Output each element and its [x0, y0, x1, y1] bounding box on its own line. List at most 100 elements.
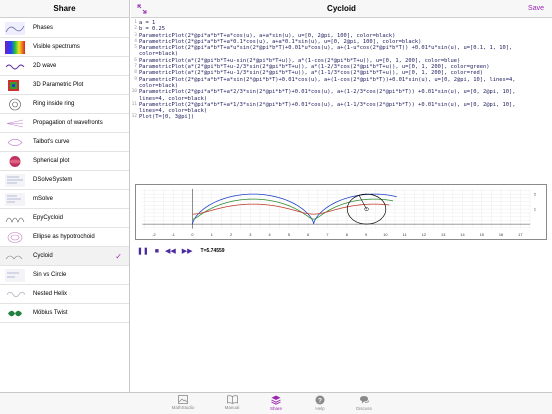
cycloid-plot[interactable]: -2 -1 0 1 2 3 4 5 6 7 8 9 10 11 12 13 14 15 16 1721	[135, 184, 547, 240]
code-text[interactable]: Plot(T=[0, 3@pi])	[139, 114, 544, 120]
tab-help[interactable]: ? Help	[300, 395, 340, 411]
x-tick-label: 1	[211, 233, 213, 237]
x-tick-label: 3	[249, 233, 251, 237]
sphere-thumbnail-icon	[9, 155, 21, 167]
discuss-icon	[359, 396, 369, 404]
code-text[interactable]: ParametricPlot(2*@pi*a*b*T+a*sin(2*@pi*b…	[139, 77, 544, 90]
sidebar-title: Share	[0, 0, 129, 18]
stop-button[interactable]: ■	[155, 248, 159, 255]
sidebar-item-label: 3D Parametric Plot	[33, 82, 84, 88]
code-line: 9 ParametricPlot(2*@pi*a*b*T+a*sin(2*@pi*…	[131, 77, 552, 90]
tab-label: Discuss	[356, 406, 372, 411]
svg-text:?: ?	[318, 397, 322, 404]
sidebar-item-2d-wave[interactable]: 2D wave	[0, 57, 129, 76]
pause-button[interactable]: ❚❚	[137, 247, 149, 255]
x-tick-label: 11	[403, 233, 407, 237]
fast-forward-button[interactable]: ▶▶	[182, 247, 193, 255]
sidebar-item-phases[interactable]: Phases	[0, 19, 129, 38]
tab-bar: MathStudio Manual Share ? Help Discuss	[0, 392, 552, 414]
sidebar-item-visible-spectrums[interactable]: Visible spectrums	[0, 38, 129, 57]
save-button[interactable]: Save	[528, 0, 544, 18]
x-tick-label: 12	[422, 233, 426, 237]
sidebar-item-3d-parametric-plot[interactable]: 3D Parametric Plot	[0, 76, 129, 95]
code-text[interactable]: ParametricPlot(2*@pi*a*b*T+a*u*sin(2*@pi…	[139, 45, 544, 58]
editor-panel: Cycloid Save 1a = 1 2b = 0.25 3 Parametri…	[131, 0, 552, 392]
y-tick-label: 2	[534, 193, 536, 197]
tab-mathstudio[interactable]: MathStudio	[163, 395, 203, 410]
sidebar-item-label: Ellipse as hypotrochoid	[33, 234, 95, 240]
sidebar-item-mobius-twist[interactable]: Möbius Twist	[0, 304, 129, 323]
tab-manual[interactable]: Manual	[212, 395, 252, 410]
rewind-button[interactable]: ◀◀	[165, 247, 176, 255]
wavefront-thumbnail-icon	[6, 119, 24, 127]
x-tick-label: 8	[346, 233, 348, 237]
cycloid-thumbnail-icon	[5, 255, 23, 260]
sidebar-item-ring-inside-ring[interactable]: Ring inside ring	[0, 95, 129, 114]
sidebar-item-ellipse-as-hypotrochoid[interactable]: Ellipse as hypotrochoid	[0, 228, 129, 247]
sidebar-item-spherical-plot[interactable]: Spherical plot	[0, 152, 129, 171]
sidebar-item-propagation-of-wavefronts[interactable]: Propagation of wavefronts	[0, 114, 129, 133]
x-tick-label: 14	[460, 233, 465, 237]
tab-label: MathStudio	[171, 405, 195, 410]
sidebar-item-label: mSolve	[33, 196, 54, 202]
tab-share[interactable]: Share	[256, 395, 296, 411]
sidebar-item-dsolvesystem[interactable]: DSolveSystem	[0, 171, 129, 190]
x-tick-label: -1	[172, 233, 175, 237]
sidebar-item-nested-helix[interactable]: Nested Helix	[0, 285, 129, 304]
tab-discuss[interactable]: Discuss	[344, 395, 384, 411]
sidebar: Share Phases Visible spectrums 2D wave 3…	[0, 0, 130, 392]
sidebar-item-label: Propagation of wavefronts	[33, 120, 103, 126]
talbot-thumbnail-icon	[7, 138, 23, 146]
sidebar-item-sin-vs-circle[interactable]: Sin vs Circle	[0, 266, 129, 285]
x-tick-label: 4	[269, 233, 272, 237]
t-value-readout: T=5.74559	[200, 248, 225, 254]
sin-circle-thumbnail-icon	[5, 268, 25, 282]
code-text[interactable]: ParametricPlot(2*@pi*a*b*T+a*2/3*sin(2*@…	[139, 89, 544, 102]
y-tick-label: 1	[534, 208, 536, 212]
share-icon	[271, 395, 281, 405]
wave-thumbnail-icon	[5, 64, 25, 69]
x-tick-label: 0	[191, 233, 193, 237]
code-line: 10 ParametricPlot(2*@pi*a*b*T+a*2/3*sin(2…	[131, 89, 552, 102]
sidebar-item-label: DSolveSystem	[33, 177, 73, 183]
x-tick-label: 10	[383, 233, 387, 237]
sidebar-item-label: Phases	[33, 25, 54, 31]
help-icon: ?	[315, 395, 325, 405]
line-number: 9	[134, 76, 137, 82]
book-icon	[226, 395, 238, 404]
line-number: 10	[131, 89, 137, 95]
line-number: 5	[134, 45, 137, 51]
x-tick-label: 5	[288, 233, 290, 237]
x-tick-label: 6	[307, 233, 309, 237]
x-tick-label: -2	[152, 233, 155, 237]
helix-thumbnail-icon	[6, 291, 25, 297]
x-tick-label: 2	[230, 233, 232, 237]
sidebar-item-label: 2D wave	[33, 63, 57, 69]
tab-label: Share	[269, 406, 282, 411]
dsolve-thumbnail-icon	[5, 173, 25, 187]
line-number: 11	[131, 101, 137, 107]
checkmark-icon: ✓	[115, 251, 122, 261]
code-editor[interactable]: 1a = 1 2b = 0.25 3 ParametricPlot(2*@pi*a…	[131, 20, 552, 121]
editor-header: Cycloid Save	[131, 0, 552, 18]
sidebar-item-cycloid[interactable]: Cycloid ✓	[0, 247, 129, 266]
sidebar-item-label: Talbot's curve	[33, 139, 70, 145]
sidebar-item-label: Möbius Twist	[33, 310, 68, 316]
playback-controls: ❚❚ ■ ◀◀ ▶▶ T=5.74559	[137, 245, 225, 257]
x-tick-label: 17	[518, 233, 522, 237]
sidebar-item-label: Cycloid	[33, 253, 53, 259]
epycycloid-thumbnail-icon	[5, 217, 25, 223]
code-line: 12 Plot(T=[0, 3@pi])	[131, 114, 552, 120]
sidebar-item-talbots-curve[interactable]: Talbot's curve	[0, 133, 129, 152]
code-line: 5 ParametricPlot(2*@pi*a*b*T+a*u*sin(2*@p…	[131, 45, 552, 58]
sidebar-item-label: Visible spectrums	[33, 44, 80, 50]
tab-label: Help	[315, 406, 325, 411]
code-text[interactable]: ParametricPlot(2*@pi*a*b*T+a*1/3*sin(2*@…	[139, 102, 544, 115]
ring-thumbnail-icon	[9, 98, 21, 110]
msolve-thumbnail-icon	[5, 192, 25, 206]
x-tick-label: 7	[326, 233, 328, 237]
tab-label: Manual	[224, 405, 240, 410]
sidebar-item-epycycloid[interactable]: EpyCycloid	[0, 209, 129, 228]
x-tick-label: 16	[499, 233, 503, 237]
sidebar-item-msolve[interactable]: mSolve	[0, 190, 129, 209]
